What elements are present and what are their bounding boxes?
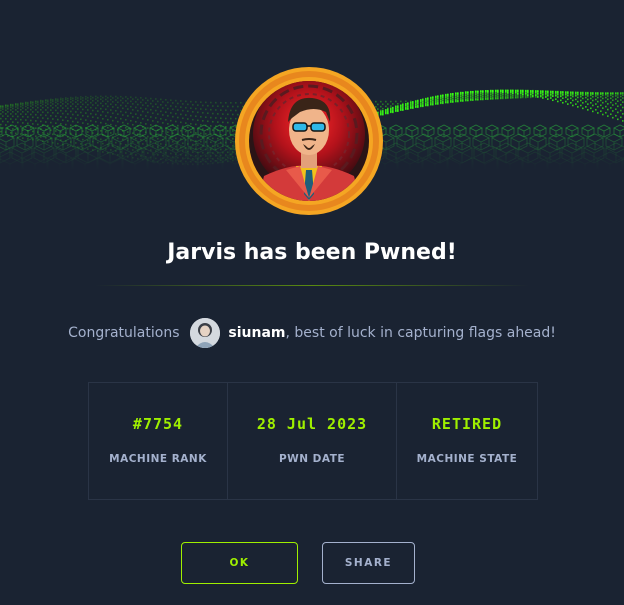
user-avatar[interactable] [189,318,220,348]
stat-label: MACHINE STATE [416,453,518,465]
congrats-suffix: , best of luck in capturing flags ahead! [285,325,556,341]
jarvis-avatar-icon [235,67,383,215]
stat-value: 28 Jul 2023 [256,415,368,433]
stat-pwn-date: 28 Jul 2023 PWN DATE [228,383,397,499]
page-title: Jarvis has been Pwned! [167,240,457,265]
stat-label: PWN DATE [278,453,346,465]
congrats-message: Congratulations siunam, best of luck in … [0,318,624,348]
share-button[interactable]: SHARE [322,542,415,584]
stat-value: RETIRED [431,415,503,433]
title-divider [95,285,529,286]
user-avatar-icon [189,318,220,348]
stats-panel: #7754 MACHINE RANK 28 Jul 2023 PWN DATE … [88,382,538,500]
username-link[interactable]: siunam [228,325,285,341]
congrats-prefix: Congratulations [68,325,180,341]
stat-machine-rank: #7754 MACHINE RANK [89,383,228,499]
machine-avatar [234,66,384,216]
stat-label: MACHINE RANK [109,453,207,465]
stat-machine-state: RETIRED MACHINE STATE [397,383,537,499]
ok-button[interactable]: OK [181,542,298,584]
stat-value: #7754 [132,415,184,433]
